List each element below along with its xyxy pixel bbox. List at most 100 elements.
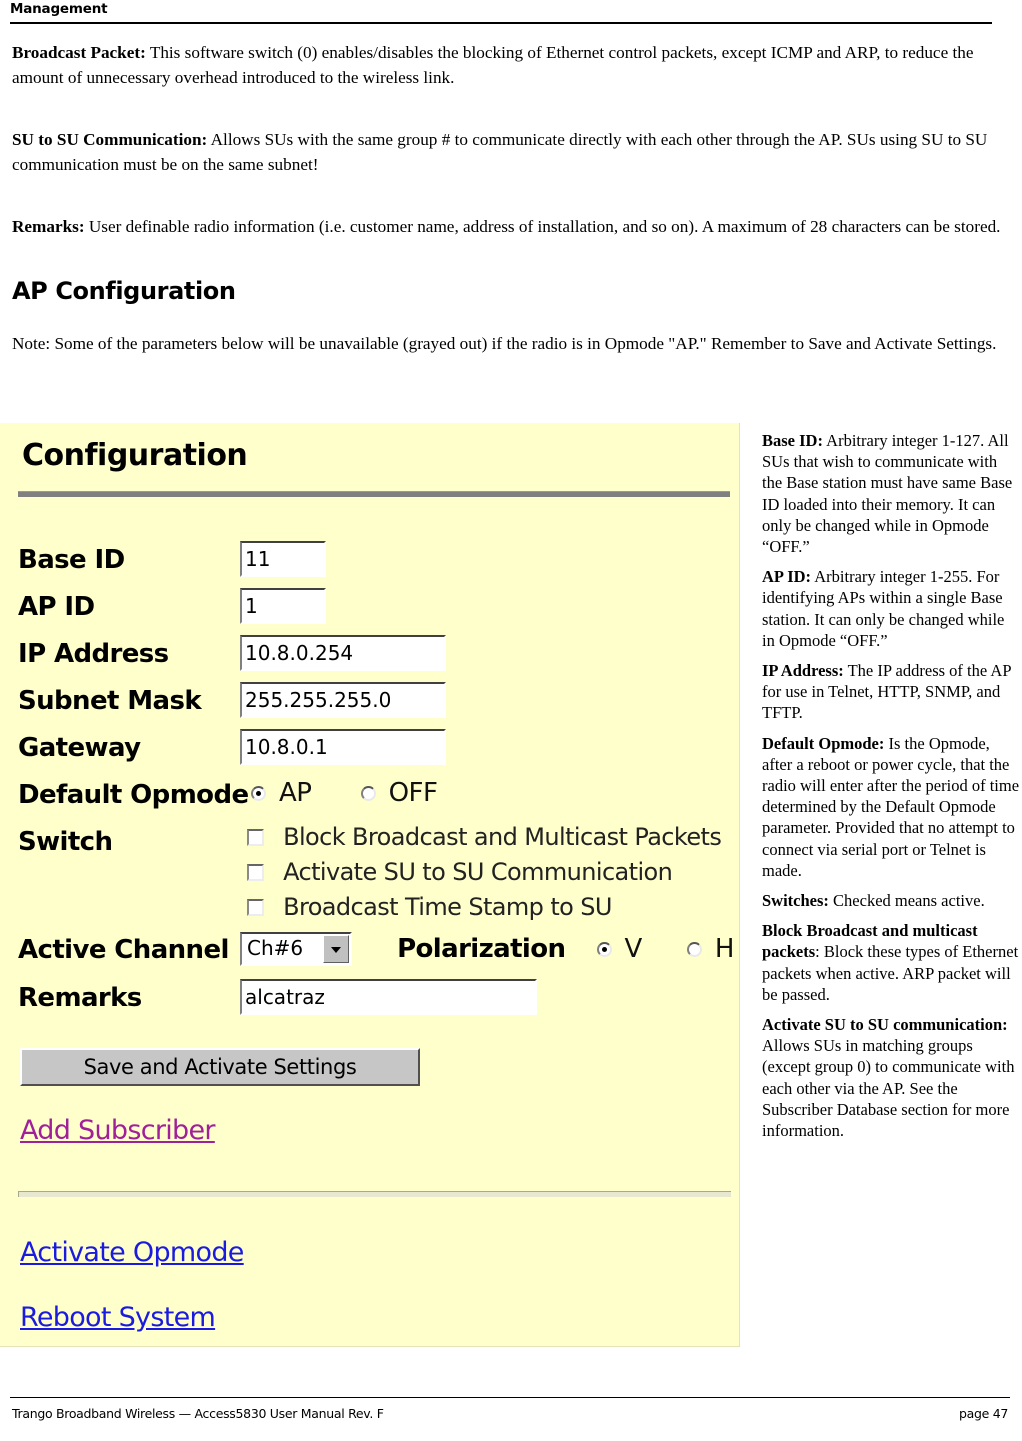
radio-option-opmode-ap[interactable]: AP [251,778,312,808]
control-gateway [240,729,446,765]
radio-option-opmode-off[interactable]: OFF [360,778,438,808]
label-remarks: Remarks [18,983,142,1013]
checkbox-row-broadcast-time-stamp[interactable]: Broadcast Time Stamp to SU [247,893,721,928]
radio-button-icon[interactable] [360,785,376,801]
link-activate-opmode[interactable]: Activate Opmode [20,1237,244,1268]
ap-configuration-screenshot: Configuration Base ID AP ID IP Address S… [0,423,740,1347]
annotation-term: IP Address: [762,661,844,681]
control-subnet-mask [240,682,446,718]
configuration-top-divider [18,491,730,497]
control-ap-id [240,588,326,624]
remarks-text: User definable radio information (i.e. c… [84,217,1001,236]
radio-label-opmode-ap: AP [279,778,312,808]
checkbox-label-broadcast-time-stamp: Broadcast Time Stamp to SU [283,893,612,921]
form-row-ap-id: AP ID [18,588,738,635]
label-default-opmode: Default Opmode [18,780,249,810]
running-head-title: Management [10,1,108,17]
form-row-remarks: Remarks [18,979,738,1026]
control-ip-address [240,635,446,671]
control-switch-checkboxes: Block Broadcast and Multicast Packets Ac… [247,823,722,928]
form-row-switch: Switch Block Broadcast and Multicast Pac… [18,823,738,931]
radio-label-polarization-h: H [714,934,735,964]
page-footer: Trango Broadband Wireless — Access5830 U… [10,1397,1010,1427]
paragraph-remarks: Remarks: User definable radio informatio… [12,214,1012,239]
radio-label-opmode-off: OFF [388,778,438,808]
annotation-ip-address: IP Address: The IP address of the AP for… [762,660,1020,724]
footer-manual-title: Trango Broadband Wireless — Access5830 U… [12,1406,384,1421]
checkbox-label-activate-su-to-su: Activate SU to SU Communication [283,858,673,886]
configuration-panel-title: Configuration [22,438,248,473]
footer-divider [10,1397,1010,1398]
annotation-activate-su-to-su: Activate SU to SU communication: Allows … [762,1014,1020,1141]
configuration-bottom-divider [18,1191,731,1197]
paragraph-su-to-su: SU to SU Communication: Allows SUs with … [12,127,1012,177]
label-base-id: Base ID [18,545,125,575]
save-and-activate-settings-button[interactable]: Save and Activate Settings [20,1048,420,1086]
link-add-subscriber[interactable]: Add Subscriber [20,1115,216,1146]
checkbox-icon[interactable] [247,898,264,916]
label-switch: Switch [18,827,113,857]
control-remarks [240,979,537,1015]
label-ap-id: AP ID [18,592,95,622]
remarks-input[interactable] [240,979,537,1015]
active-channel-select[interactable]: Ch#6 [240,932,352,966]
label-gateway: Gateway [18,733,141,763]
radio-button-icon[interactable] [686,941,702,957]
form-row-active-channel: Active Channel Ch#6 Polarization V H [18,931,738,979]
form-row-base-id: Base ID [18,541,738,588]
control-active-channel: Ch#6 Polarization V H [240,932,734,966]
base-id-input[interactable] [240,541,326,577]
radio-option-polarization-h[interactable]: H [686,934,735,964]
radio-button-icon[interactable] [596,941,612,957]
label-active-channel: Active Channel [18,935,229,965]
form-row-default-opmode: Default Opmode AP OFF [18,776,738,823]
footer-page-number: page 47 [959,1406,1008,1421]
annotation-block-broadcast: Block Broadcast and multicast packets: B… [762,920,1020,1005]
ap-id-input[interactable] [240,588,326,624]
gateway-input[interactable] [240,729,446,765]
broadcast-packet-term: Broadcast Packet: [12,43,146,62]
annotation-switches: Switches: Checked means active. [762,890,1020,911]
annotation-ap-id: AP ID: Arbitrary integer 1-255. For iden… [762,566,1020,651]
broadcast-packet-text: This software switch (0) enables/disable… [12,43,974,87]
su-to-su-term: SU to SU Communication: [12,130,208,149]
configuration-form: Base ID AP ID IP Address Subnet Mask [18,541,738,1026]
control-default-opmode: AP OFF [251,778,481,808]
link-reboot-system[interactable]: Reboot System [20,1302,216,1333]
annotation-body: Allows SUs in matching groups (except gr… [762,1036,1015,1141]
chevron-down-icon[interactable] [323,935,349,963]
radio-button-icon[interactable] [251,785,266,801]
control-base-id [240,541,326,577]
annotation-column: Base ID: Arbitrary integer 1-127. All SU… [762,430,1020,1150]
form-row-gateway: Gateway [18,729,738,776]
paragraph-broadcast-packet: Broadcast Packet: This software switch (… [12,40,1012,90]
ip-address-input[interactable] [240,635,446,671]
label-polarization: Polarization [397,934,566,964]
header-divider [10,22,992,24]
annotation-default-opmode: Default Opmode: Is the Opmode, after a r… [762,733,1020,881]
paragraph-note: Note: Some of the parameters below will … [12,334,997,353]
annotation-term: Base ID: [762,431,823,450]
label-subnet-mask: Subnet Mask [18,686,202,716]
form-row-subnet-mask: Subnet Mask [18,682,738,729]
document-body: Broadcast Packet: This software switch (… [12,40,1012,356]
checkbox-icon[interactable] [247,863,264,881]
checkbox-icon[interactable] [247,828,264,846]
radio-option-polarization-v[interactable]: V [596,934,642,964]
remarks-term: Remarks: [12,217,85,236]
checkbox-row-block-broadcast[interactable]: Block Broadcast and Multicast Packets [247,823,722,858]
form-row-ip-address: IP Address [18,635,738,682]
page-running-head: Management [10,2,992,28]
checkbox-row-activate-su-to-su[interactable]: Activate SU to SU Communication [247,858,721,893]
annotation-base-id: Base ID: Arbitrary integer 1-127. All SU… [762,430,1020,557]
subnet-mask-input[interactable] [240,682,446,718]
annotation-body: Checked means active. [828,891,985,911]
annotation-term: AP ID: [762,567,812,587]
section-heading-ap-configuration: AP Configuration [12,277,236,305]
checkbox-label-block-broadcast: Block Broadcast and Multicast Packets [283,823,722,851]
annotation-term: Default Opmode: [762,733,885,753]
